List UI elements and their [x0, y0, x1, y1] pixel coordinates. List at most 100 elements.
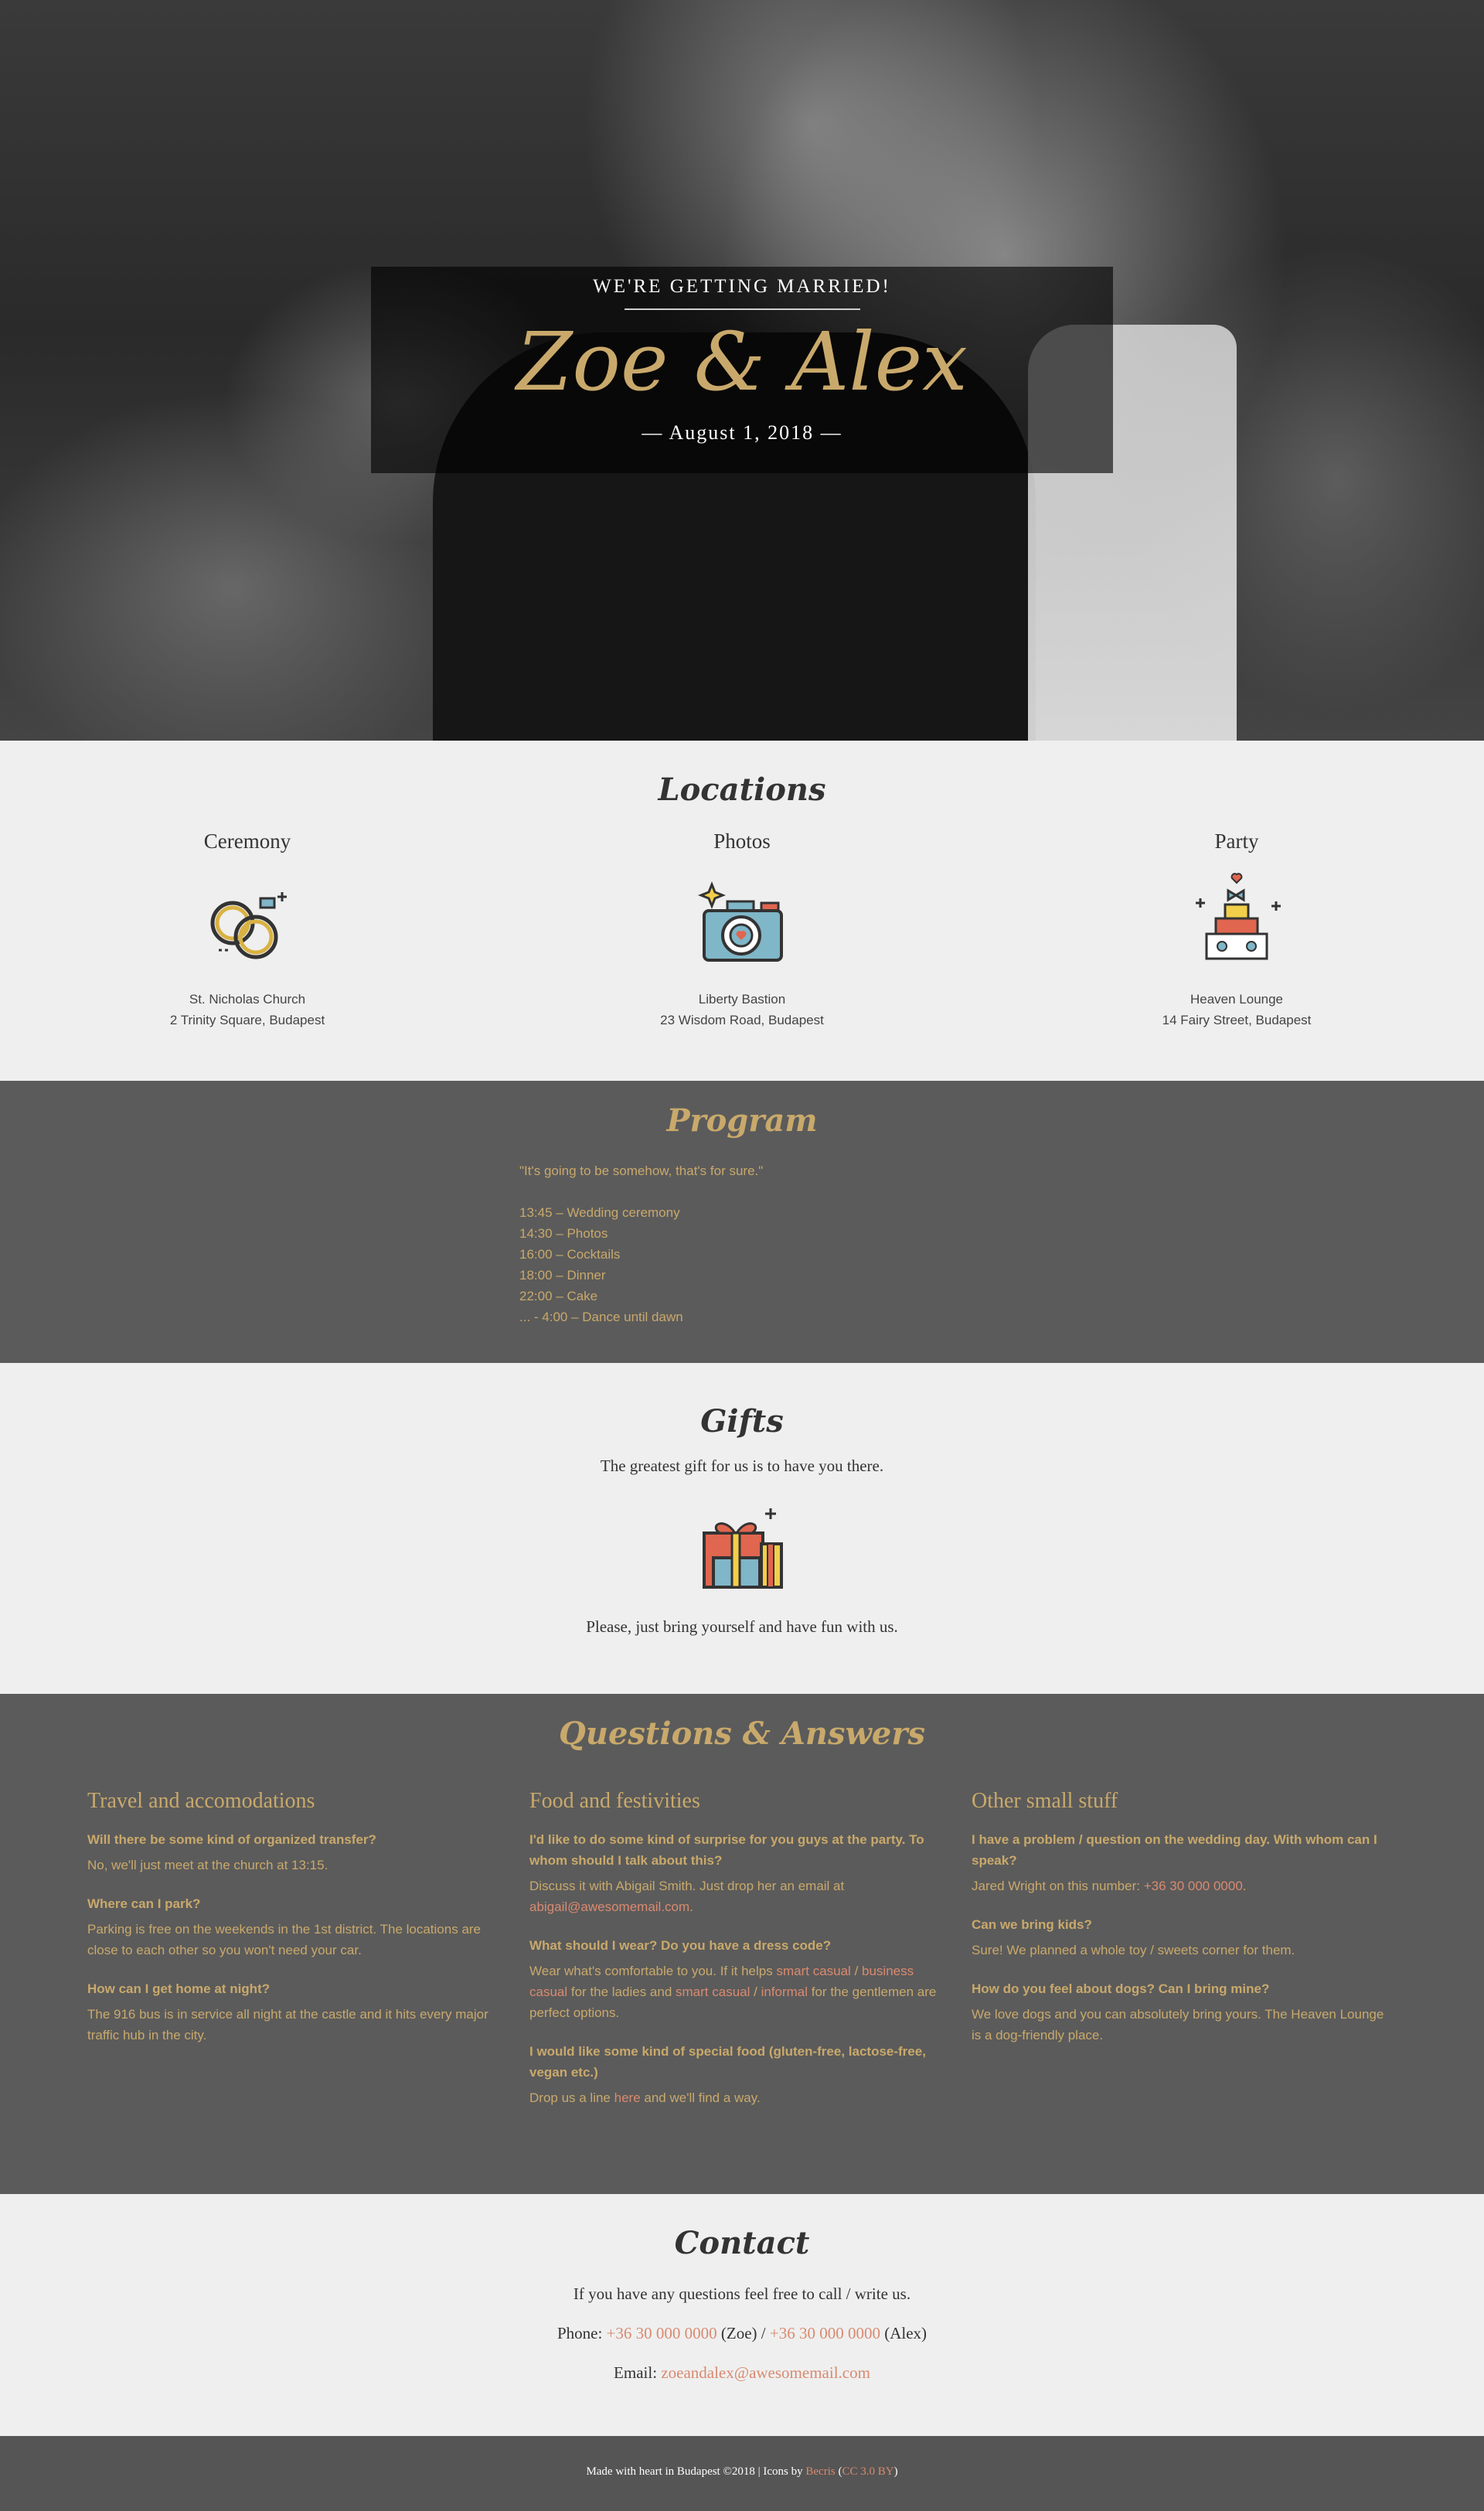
location-ceremony: Ceremony St. Nicholas Church 2 Trinity S…: [0, 830, 495, 1031]
gift-boxes-icon: [690, 1496, 795, 1600]
qa-answer-text: Discuss it with Abigail Smith. Just drop…: [529, 1879, 845, 1893]
hero-date: — August 1, 2018 —: [642, 421, 842, 445]
qa-answer: Parking is free on the weekends in the 1…: [87, 1922, 482, 1957]
qa-section: Questions & Answers Travel and accomodat…: [0, 1694, 1484, 2194]
qa-question: I have a problem / question on the weddi…: [972, 1832, 1377, 1868]
qa-question: Will there be some kind of organized tra…: [87, 1832, 376, 1847]
qa-answer-text: Wear what's comfortable to you. If it he…: [529, 1964, 777, 1978]
qa-item: What should I wear? Do you have a dress …: [529, 1935, 955, 2023]
qa-answer-separator: /: [750, 1985, 761, 1999]
program-list: "It's going to be somehow, that's for su…: [519, 1160, 844, 1327]
phone-link-jared[interactable]: +36 30 000 0000: [1144, 1879, 1243, 1893]
program-item: 22:00 – Cake: [519, 1289, 598, 1303]
location-address: 2 Trinity Square, Budapest: [169, 1013, 325, 1027]
qa-item: I have a problem / question on the weddi…: [972, 1829, 1397, 1896]
camera-icon: [690, 869, 795, 973]
footer-paren: ): [893, 2465, 898, 2478]
qa-answer-separator: /: [850, 1964, 863, 1978]
special-food-link[interactable]: here: [614, 2090, 641, 2105]
qa-item: How can I get home at night? The 916 bus…: [87, 1978, 512, 2046]
qa-question: Where can I park?: [87, 1896, 201, 1911]
icons-author-link[interactable]: Becris: [805, 2465, 835, 2478]
locations-title: Locations: [658, 772, 826, 808]
qa-answer: We love dogs and you can absolutely brin…: [972, 2007, 1384, 2043]
phone-label: Phone:: [556, 2324, 607, 2342]
qa-answer-text: for the ladies and: [567, 1985, 676, 1999]
phone-link-alex[interactable]: +36 30 000 0000: [770, 2324, 880, 2342]
location-place: Liberty Bastion: [698, 992, 786, 1007]
qa-question: Can we bring kids?: [972, 1917, 1092, 1932]
email-link[interactable]: zoeandalex@awesomemail.com: [661, 2363, 870, 2382]
location-place: Heaven Lounge: [1190, 992, 1284, 1007]
location-heading: Party: [1214, 830, 1259, 853]
program-title: Program: [666, 1102, 818, 1139]
qa-answer-text: Jared Wright on this number:: [972, 1879, 1144, 1893]
wedding-cake-icon: [1185, 869, 1289, 973]
qa-question: I'd like to do some kind of surprise for…: [529, 1832, 924, 1868]
program-item: 14:30 – Photos: [519, 1226, 608, 1241]
phone-owner-alex: (Alex): [880, 2324, 928, 2342]
locations-section: Locations Ceremony St. Nicholas Church 2…: [0, 741, 1484, 1081]
location-photos: Photos Liberty Bastion 23 Wisdom Road, B…: [495, 830, 989, 1031]
qa-question: What should I wear? Do you have a dress …: [529, 1938, 832, 1953]
qa-column-heading: Other small stuff: [972, 1789, 1118, 1813]
footer-text: Made with heart in Budapest ©2018 | Icon…: [586, 2465, 806, 2478]
gifts-text-1: The greatest gift for us is to have you …: [600, 1457, 884, 1475]
location-place: St. Nicholas Church: [189, 992, 306, 1007]
hero-subtitle: WE'RE GETTING MARRIED!: [593, 276, 891, 297]
location-heading: Ceremony: [203, 830, 291, 853]
dress-code-link-smart-casual-men[interactable]: smart casual: [676, 1985, 750, 1999]
email-link-abigail[interactable]: abigail@awesomemail.com: [529, 1899, 689, 1914]
qa-question: How can I get home at night?: [87, 1981, 271, 1996]
program-quote: "It's going to be somehow, that's for su…: [519, 1164, 764, 1178]
qa-column-food: Food and festivities I'd like to do some…: [529, 1789, 955, 2126]
qa-question: How do you feel about dogs? Can I bring …: [972, 1981, 1270, 1996]
program-item: 16:00 – Cocktails: [519, 1247, 621, 1262]
qa-column-heading: Travel and accomodations: [87, 1789, 315, 1813]
qa-answer: The 916 bus is in service all night at t…: [87, 2007, 488, 2043]
license-link[interactable]: CC 3.0 BY: [842, 2465, 893, 2478]
qa-answer-text: and we'll find a way.: [640, 2090, 761, 2105]
contact-section: Contact If you have any questions feel f…: [0, 2194, 1484, 2436]
qa-answer: Sure! We planned a whole toy / sweets co…: [972, 1943, 1295, 1957]
program-item: 13:45 – Wedding ceremony: [519, 1205, 680, 1220]
program-item: ... - 4:00 – Dance until dawn: [519, 1310, 683, 1324]
location-party: Party Heaven Lounge 14 Fairy Street, Bud…: [989, 830, 1484, 1031]
qa-title: Questions & Answers: [559, 1715, 925, 1752]
phone-owner-zoe: (Zoe) /: [716, 2324, 770, 2342]
gifts-section: Gifts The greatest gift for us is to hav…: [0, 1363, 1484, 1694]
qa-column-other: Other small stuff I have a problem / que…: [972, 1789, 1397, 2126]
gifts-text-2: Please, just bring yourself and have fun…: [586, 1617, 898, 1636]
hero-names: Zoe & Alex: [516, 315, 968, 409]
qa-answer-text: .: [1242, 1879, 1247, 1893]
qa-item: Will there be some kind of organized tra…: [87, 1829, 512, 1876]
qa-answer-text: Drop us a line: [529, 2090, 614, 2105]
qa-question: I would like some kind of special food (…: [529, 2044, 926, 2080]
gifts-title: Gifts: [700, 1403, 784, 1439]
contact-title: Contact: [674, 2225, 810, 2261]
qa-item: I would like some kind of special food (…: [529, 2041, 955, 2108]
dress-code-link-informal[interactable]: informal: [761, 1985, 808, 1999]
qa-answer: Drop us a line here and we'll find a way…: [529, 2087, 955, 2108]
wedding-rings-icon: [196, 869, 300, 973]
program-item: 18:00 – Dinner: [519, 1268, 606, 1283]
qa-item: Can we bring kids? Sure! We planned a wh…: [972, 1914, 1397, 1961]
qa-answer-text: .: [689, 1899, 693, 1914]
location-heading: Photos: [713, 830, 771, 853]
qa-answer: Jared Wright on this number: +36 30 000 …: [972, 1876, 1397, 1896]
email-label: Email:: [614, 2363, 662, 2382]
program-section: Program "It's going to be somehow, that'…: [0, 1081, 1484, 1363]
phone-link-zoe[interactable]: +36 30 000 0000: [607, 2324, 717, 2342]
hero-divider: [624, 308, 860, 310]
qa-column-travel: Travel and accomodations Will there be s…: [87, 1789, 512, 2126]
qa-item: Where can I park? Parking is free on the…: [87, 1893, 512, 1961]
hero-title-box: WE'RE GETTING MARRIED! Zoe & Alex — Augu…: [371, 267, 1113, 473]
footer: Made with heart in Budapest ©2018 | Icon…: [0, 2436, 1484, 2511]
hero-section: WE'RE GETTING MARRIED! Zoe & Alex — Augu…: [0, 0, 1484, 741]
dress-code-link-smart-casual[interactable]: smart casual: [776, 1964, 850, 1978]
qa-answer: Wear what's comfortable to you. If it he…: [529, 1961, 955, 2023]
contact-phone-line: Phone: +36 30 000 0000 (Zoe) / +36 30 00…: [0, 2324, 1484, 2343]
qa-answer: Discuss it with Abigail Smith. Just drop…: [529, 1876, 955, 1917]
qa-column-heading: Food and festivities: [529, 1789, 700, 1813]
location-address: 14 Fairy Street, Budapest: [1162, 1013, 1312, 1027]
